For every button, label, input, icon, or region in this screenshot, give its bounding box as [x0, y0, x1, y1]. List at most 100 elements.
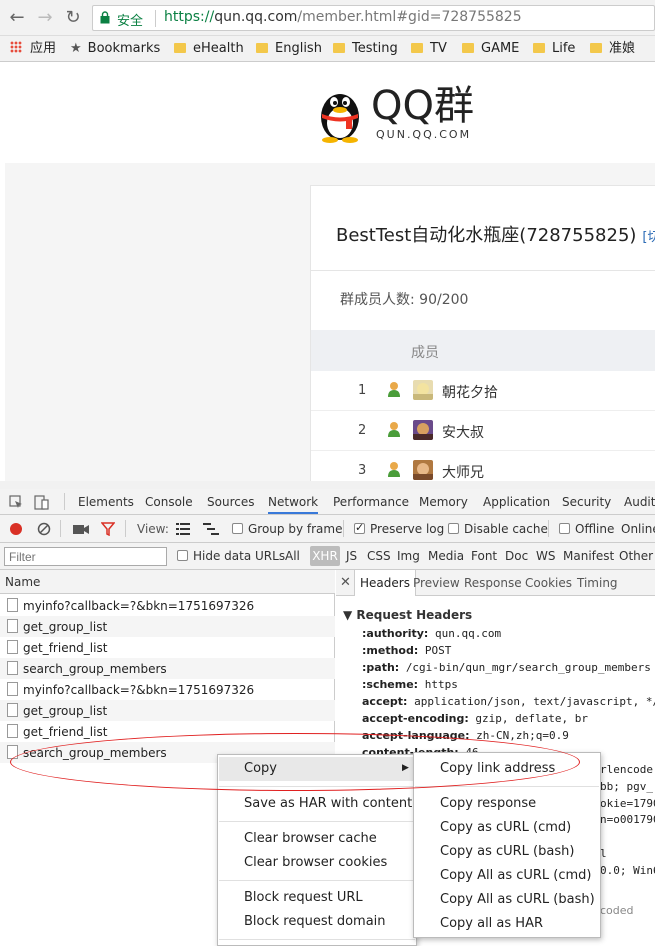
file-icon	[7, 598, 18, 612]
list-item[interactable]: get_group_list	[0, 700, 335, 721]
member-role-icon	[388, 462, 400, 477]
tab-response[interactable]: Response	[464, 576, 522, 590]
bookmark-game[interactable]: GAME	[462, 40, 519, 58]
name-column-header[interactable]: Name	[0, 570, 335, 594]
switch-group-link[interactable]: [切换	[642, 230, 655, 245]
checkbox[interactable]	[559, 523, 570, 534]
filter-icon[interactable]	[101, 522, 115, 536]
close-icon[interactable]: ✕	[340, 575, 351, 590]
filter-font[interactable]: Font	[471, 549, 497, 563]
inspect-element-icon[interactable]	[9, 495, 23, 509]
row-number: 3	[358, 463, 367, 478]
offline-toggle[interactable]: Offline	[559, 522, 614, 536]
bookmark-bookmarks[interactable]: ★ Bookmarks	[70, 40, 160, 58]
menu-item-copy-all-curl-bash[interactable]: Copy All as cURL (bash)	[440, 892, 595, 907]
menu-item-block-url[interactable]: Block request URL	[244, 890, 363, 905]
menu-item-save-har[interactable]: Save as HAR with content	[244, 796, 412, 811]
clear-icon[interactable]	[37, 522, 51, 536]
checkbox[interactable]	[354, 521, 365, 534]
menu-item-copy-all-har[interactable]: Copy all as HAR	[440, 916, 543, 931]
tab-preview[interactable]: Preview	[413, 576, 460, 590]
bookmark-ehealth[interactable]: eHealth	[174, 40, 244, 58]
throttling-select[interactable]: Online	[621, 522, 655, 536]
tab-timing[interactable]: Timing	[577, 576, 618, 590]
bookmark-tv[interactable]: TV	[411, 40, 447, 58]
group-by-frame-toggle[interactable]: Group by frame	[232, 522, 342, 536]
menu-item-clear-cookies[interactable]: Clear browser cookies	[244, 855, 387, 870]
tab-elements[interactable]: Elements	[78, 495, 134, 509]
record-icon[interactable]	[9, 522, 23, 536]
screenshot-camera-icon[interactable]	[73, 523, 89, 535]
tab-security[interactable]: Security	[562, 495, 611, 509]
member-name: 安大叔	[442, 425, 484, 441]
table-row[interactable]: 1 朝花夕拾	[311, 371, 655, 411]
list-item[interactable]: search_group_members	[0, 658, 335, 679]
menu-item-copy-curl-cmd[interactable]: Copy as cURL (cmd)	[440, 820, 571, 835]
menu-item-copy-curl-bash[interactable]: Copy as cURL (bash)	[440, 844, 574, 859]
tab-memory[interactable]: Memory	[419, 495, 468, 509]
checkbox[interactable]	[232, 523, 243, 534]
menu-item-copy-response[interactable]: Copy response	[440, 796, 536, 811]
device-toolbar-icon[interactable]	[34, 494, 50, 510]
filter-media[interactable]: Media	[428, 549, 464, 563]
logo-subtitle: QUN.QQ.COM	[376, 128, 472, 141]
preserve-log-toggle[interactable]: Preserve log	[354, 521, 444, 536]
waterfall-icon[interactable]	[203, 523, 219, 535]
tab-console[interactable]: Console	[145, 495, 193, 509]
filter-other[interactable]: Other	[619, 549, 653, 563]
hide-data-urls-toggle[interactable]: Hide data URLs	[177, 549, 285, 563]
tab-audits[interactable]: Audit	[624, 495, 655, 509]
list-item[interactable]: get_friend_list	[0, 637, 335, 658]
avatar	[413, 380, 433, 400]
header-line: :authority: qun.qq.com	[362, 627, 502, 640]
filter-input[interactable]	[4, 547, 167, 566]
table-row[interactable]: 2 安大叔	[311, 411, 655, 451]
table-row[interactable]: 3 大师兄	[311, 451, 655, 481]
address-bar[interactable]: 安全 https://qun.qq.com/member.html#gid=72…	[92, 5, 655, 31]
header-line: :method: POST	[362, 644, 452, 657]
menu-item-block-domain[interactable]: Block request domain	[244, 914, 386, 929]
large-rows-icon[interactable]	[176, 523, 190, 535]
header-fragment: 0.0; Win6	[600, 864, 655, 877]
filter-xhr[interactable]: XHR	[310, 546, 340, 566]
bookmark-life[interactable]: Life	[533, 40, 575, 58]
folder-icon	[256, 43, 268, 53]
bookmark-english[interactable]: English	[256, 40, 322, 58]
tab-application[interactable]: Application	[483, 495, 550, 509]
filter-css[interactable]: CSS	[367, 549, 391, 563]
list-item[interactable]: myinfo?callback=?&bkn=1751697326	[0, 595, 335, 616]
tab-performance[interactable]: Performance	[333, 495, 409, 509]
request-headers-title[interactable]: ▼ Request Headers	[343, 608, 472, 622]
menu-item-clear-cache[interactable]: Clear browser cache	[244, 831, 377, 846]
checkbox[interactable]	[448, 523, 459, 534]
back-icon[interactable]: ←	[7, 8, 27, 28]
filter-img[interactable]: Img	[397, 549, 420, 563]
list-item[interactable]: myinfo?callback=?&bkn=1751697326	[0, 679, 335, 700]
disable-cache-toggle[interactable]: Disable cache	[448, 522, 548, 536]
qq-group-logo[interactable]: QQ群 QUN.QQ.COM	[316, 84, 516, 146]
tab-headers[interactable]: Headers	[354, 570, 416, 596]
horizontal-scrollbar[interactable]	[0, 481, 655, 489]
filter-manifest[interactable]: Manifest	[563, 549, 614, 563]
menu-item-copy-all-curl-cmd[interactable]: Copy All as cURL (cmd)	[440, 868, 592, 883]
folder-icon	[411, 43, 423, 53]
logo-title: QQ群	[371, 83, 474, 129]
tab-sources[interactable]: Sources	[207, 495, 254, 509]
bookmark-apps[interactable]: 应用	[10, 40, 56, 58]
url-text[interactable]: https://qun.qq.com/member.html#gid=72875…	[164, 9, 522, 25]
divider	[311, 270, 655, 271]
reload-icon[interactable]: ↻	[63, 8, 83, 28]
filter-doc[interactable]: Doc	[505, 549, 528, 563]
filter-ws[interactable]: WS	[536, 549, 555, 563]
forward-icon[interactable]: →	[35, 8, 55, 28]
filter-all[interactable]: All	[285, 549, 300, 563]
filter-js[interactable]: JS	[346, 549, 357, 563]
list-item[interactable]: get_group_list	[0, 616, 335, 637]
bookmark-testing[interactable]: Testing	[333, 40, 398, 58]
tab-network[interactable]: Network	[268, 495, 319, 514]
checkbox[interactable]	[177, 550, 188, 561]
tab-cookies[interactable]: Cookies	[525, 576, 572, 590]
file-icon	[7, 619, 18, 633]
header-line: :path: /cgi-bin/qun_mgr/search_group_mem…	[362, 661, 651, 674]
bookmark-zhunniang[interactable]: 准娘	[590, 40, 635, 58]
